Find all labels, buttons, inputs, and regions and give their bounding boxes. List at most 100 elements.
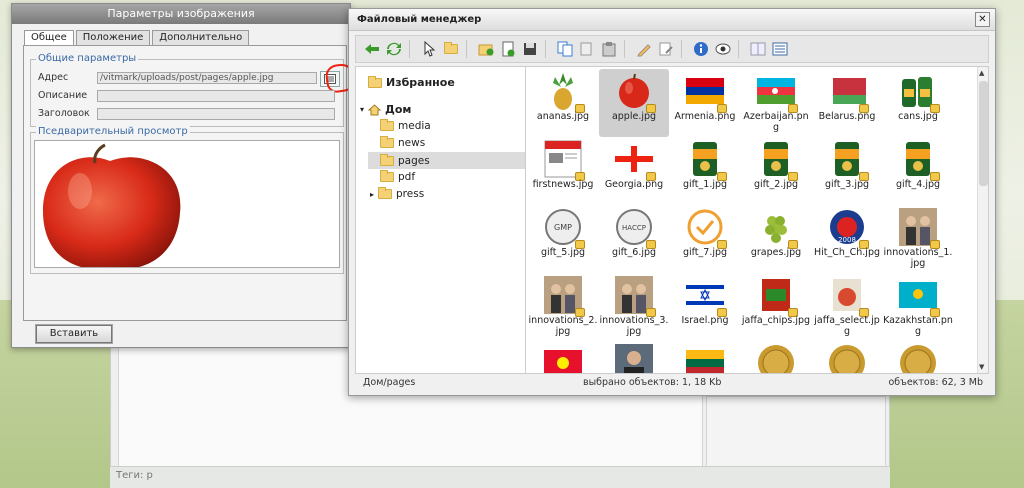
photo-people-icon xyxy=(614,275,656,317)
editor-tags-bar: Теги: p xyxy=(110,466,890,488)
file-tile[interactable] xyxy=(812,341,882,373)
new-file-icon[interactable] xyxy=(498,39,518,59)
paste-icon[interactable] xyxy=(599,39,619,59)
file-tile[interactable]: gift_4.jpg xyxy=(883,137,953,205)
file-tile[interactable]: Israel.png xyxy=(670,273,740,341)
file-tile[interactable] xyxy=(741,341,811,373)
photo-people-icon xyxy=(898,207,940,249)
file-name: gift_5.jpg xyxy=(540,247,586,258)
toolbar-separator xyxy=(681,40,689,58)
file-tile[interactable]: gift_2.jpg xyxy=(741,137,811,205)
coin-icon xyxy=(827,343,867,373)
file-tile[interactable]: innovations_1.jpg xyxy=(883,205,953,273)
new-folder-icon[interactable] xyxy=(476,39,496,59)
file-tile[interactable] xyxy=(883,341,953,373)
file-name: Hit_Ch_Ch.jpg xyxy=(813,247,881,258)
reload-icon[interactable] xyxy=(384,39,404,59)
file-tile[interactable]: ananas.jpg xyxy=(528,69,598,137)
file-name: gift_4.jpg xyxy=(895,179,941,190)
file-tile[interactable] xyxy=(528,341,598,373)
info-icon[interactable] xyxy=(691,39,711,59)
flag-kyrgyzstan-icon xyxy=(543,343,583,373)
heading-input[interactable] xyxy=(97,108,335,120)
folder-label: press xyxy=(396,188,425,200)
file-tile[interactable] xyxy=(599,341,669,373)
upload-icon[interactable] xyxy=(520,39,540,59)
open-folder-icon[interactable] xyxy=(441,39,461,59)
hit-badge-icon: 2008 xyxy=(827,207,869,249)
file-name: ananas.jpg xyxy=(536,111,590,122)
file-tile[interactable]: innovations_3.jpg xyxy=(599,273,669,341)
description-input[interactable] xyxy=(97,90,335,102)
scrollbar[interactable]: ▲ ▼ xyxy=(977,67,988,373)
file-tile[interactable]: HACCP gift_6.jpg xyxy=(599,205,669,273)
folder-pages[interactable]: pages xyxy=(368,152,526,169)
toolbar-separator xyxy=(409,40,417,58)
file-tile[interactable]: innovations_2.jpg xyxy=(528,273,598,341)
file-tile[interactable]: gift_7.jpg xyxy=(670,205,740,273)
file-tile[interactable]: Azerbaijan.png xyxy=(741,69,811,137)
folder-news[interactable]: news xyxy=(380,136,425,149)
favorites-label: Избранное xyxy=(386,76,455,89)
folder-media[interactable]: media xyxy=(380,119,431,132)
cut-icon[interactable] xyxy=(577,39,597,59)
photo-man-icon xyxy=(614,343,654,373)
copy-icon[interactable] xyxy=(555,39,575,59)
select-cursor-icon[interactable] xyxy=(419,39,439,59)
insert-button[interactable]: Вставить xyxy=(36,325,112,343)
file-tile[interactable]: firstnews.jpg xyxy=(528,137,598,205)
file-tile[interactable]: cans.jpg xyxy=(883,69,953,137)
file-tile[interactable]: Armenia.png xyxy=(670,69,740,137)
rename-icon[interactable] xyxy=(634,39,654,59)
scroll-up-icon[interactable]: ▲ xyxy=(979,69,984,77)
tab-advanced[interactable]: Дополнительно xyxy=(152,30,250,46)
favorites-item[interactable]: Избранное xyxy=(368,75,455,89)
file-tile[interactable]: GMP gift_5.jpg xyxy=(528,205,598,273)
file-tile[interactable]: jaffa_chips.jpg xyxy=(741,273,811,341)
file-name: grapes.jpg xyxy=(750,247,802,258)
close-button[interactable]: ✕ xyxy=(975,12,990,27)
file-tile[interactable] xyxy=(670,341,740,373)
tab-general[interactable]: Общее xyxy=(24,30,74,46)
scroll-thumb[interactable] xyxy=(979,81,988,186)
flag-israel-icon xyxy=(685,275,727,317)
file-tile[interactable]: Georgia.png xyxy=(599,137,669,205)
toolbar-separator xyxy=(466,40,474,58)
newspaper-icon xyxy=(543,139,585,181)
file-tile[interactable]: Belarus.png xyxy=(812,69,882,137)
file-tile[interactable]: gift_1.jpg xyxy=(670,137,740,205)
home-item[interactable]: ▾ Дом xyxy=(360,103,411,116)
file-tile[interactable]: jaffa_select.jpg xyxy=(812,273,882,341)
file-name: gift_3.jpg xyxy=(824,179,870,190)
status-path: Дом/pages xyxy=(363,377,416,388)
file-tile[interactable]: Kazakhstan.png xyxy=(883,273,953,341)
preview-eye-icon[interactable] xyxy=(713,39,733,59)
file-tile[interactable]: apple.jpg xyxy=(599,69,669,137)
folder-icon xyxy=(378,187,393,199)
folder-icon xyxy=(380,170,394,182)
tab-position[interactable]: Положение xyxy=(75,30,151,46)
file-tile[interactable]: grapes.jpg xyxy=(741,205,811,273)
toolbar-separator xyxy=(545,40,553,58)
back-icon[interactable] xyxy=(362,39,382,59)
folder-pdf[interactable]: pdf xyxy=(380,170,415,183)
flag-belarus-icon xyxy=(827,71,869,113)
file-tile[interactable]: gift_3.jpg xyxy=(812,137,882,205)
list-view-icon[interactable] xyxy=(770,39,790,59)
haccp-seal-icon: HACCP xyxy=(614,207,656,249)
folder-press[interactable]: ▸ press xyxy=(370,187,425,200)
address-input[interactable]: /vitmark/uploads/post/pages/apple.jpg xyxy=(97,72,317,84)
jaffa-select-icon xyxy=(827,275,869,317)
icons-view-icon[interactable] xyxy=(748,39,768,59)
check-seal-icon xyxy=(685,207,727,249)
file-tile[interactable]: 2008 Hit_Ch_Ch.jpg xyxy=(812,205,882,273)
toolbar-separator xyxy=(738,40,746,58)
folder-label: pages xyxy=(398,154,430,167)
scroll-down-icon[interactable]: ▼ xyxy=(979,363,984,371)
file-name: Israel.png xyxy=(681,315,729,326)
home-icon xyxy=(368,103,382,115)
apple-preview-image xyxy=(43,143,181,267)
edit-icon[interactable] xyxy=(656,39,676,59)
file-name: innovations_1.jpg xyxy=(883,247,953,269)
status-bar: Дом/pages выбрано объектов: 1, 18 Kb объ… xyxy=(355,375,989,391)
